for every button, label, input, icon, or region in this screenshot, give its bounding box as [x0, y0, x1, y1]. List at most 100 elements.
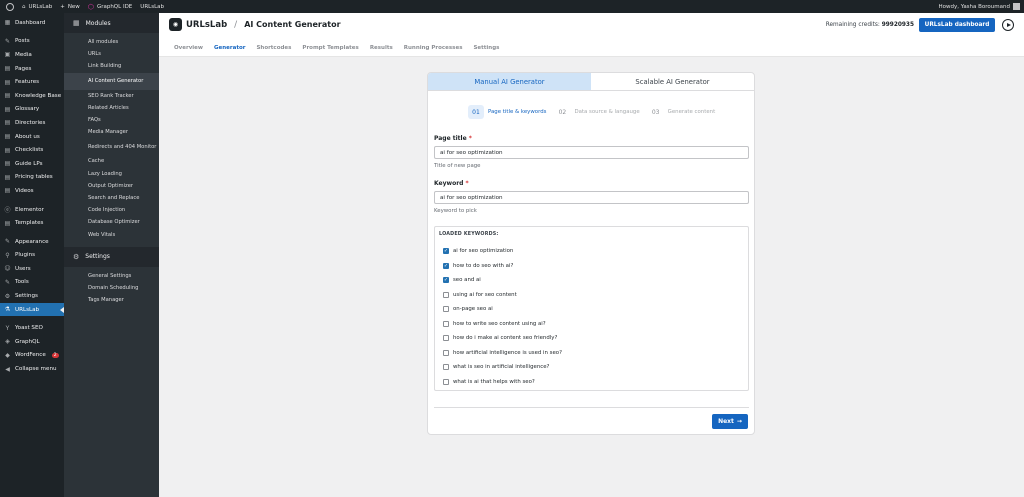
keyword-item[interactable]: on-page seo ai — [443, 302, 562, 317]
tab-running-processes[interactable]: Running Processes — [404, 45, 463, 55]
keyword-checkbox[interactable] — [443, 349, 449, 356]
keyword-item[interactable]: what is seo in artificial intelligence? — [443, 360, 562, 375]
module-link-database-optimizer[interactable]: Database Optimizer — [64, 216, 159, 228]
keyword-checkbox[interactable] — [443, 364, 449, 371]
module-link-lazy-loading[interactable]: Lazy Loading — [64, 168, 159, 180]
keyword-label: how artificial intelligence is used in s… — [453, 349, 562, 356]
keyword-item[interactable]: ✓ seo and ai — [443, 273, 562, 288]
menu-item-collapse-menu[interactable]: ◀ Collapse menu — [0, 362, 64, 376]
module-link-link-building[interactable]: Link Building — [64, 60, 159, 72]
new-content-link[interactable]: + New — [56, 0, 84, 13]
tab-overview[interactable]: Overview — [174, 45, 203, 55]
menu-item-appearance[interactable]: ✎ Appearance — [0, 235, 64, 249]
menu-item-knowledge-base[interactable]: ▤ Knowledge Base — [0, 89, 64, 103]
module-link-urls[interactable]: URLs — [64, 48, 159, 60]
menu-item-features[interactable]: ▤ Features — [0, 75, 64, 89]
step-3-label[interactable]: Generate content — [668, 109, 716, 115]
menu-item-urlslab[interactable]: ⚗ URLsLab — [0, 302, 64, 317]
settings-link-tags-manager[interactable]: Tags Manager — [64, 294, 159, 306]
guide-lps-icon: ▤ — [4, 160, 11, 168]
menu-item-yoast-seo[interactable]: Y Yoast SEO — [0, 321, 64, 335]
keyword-item[interactable]: using ai for seo content — [443, 288, 562, 303]
tab-settings[interactable]: Settings — [473, 45, 499, 55]
module-link-faqs[interactable]: FAQs — [64, 114, 159, 126]
menu-item-dashboard[interactable]: ▦ Dashboard — [0, 16, 64, 30]
tab-prompt-templates[interactable]: Prompt Templates — [302, 45, 358, 55]
keyword-checkbox[interactable] — [443, 306, 449, 313]
step-2-number[interactable]: 02 — [554, 105, 570, 119]
module-link-all-modules[interactable]: All modules — [64, 36, 159, 48]
module-link-code-injection[interactable]: Code Injection — [64, 204, 159, 216]
page-title-input[interactable]: ai for seo optimization — [434, 146, 749, 159]
menu-item-tools[interactable]: ✎ Tools — [0, 276, 64, 290]
step-3-number[interactable]: 03 — [648, 105, 664, 119]
keyword-checkbox[interactable]: ✓ — [443, 262, 449, 269]
keyword-checkbox[interactable]: ✓ — [443, 248, 449, 255]
tab-manual-ai-generator[interactable]: Manual AI Generator — [428, 73, 591, 91]
menu-item-label: Features — [15, 79, 40, 86]
menu-item-plugins[interactable]: ⚲ Plugins — [0, 249, 64, 263]
tab-shortcodes[interactable]: Shortcodes — [256, 45, 291, 55]
tab-generator[interactable]: Generator — [214, 45, 245, 55]
urlslab-adminbar-link[interactable]: URLsLab — [136, 0, 168, 13]
account-menu[interactable]: Howdy, Yasha Boroumand — [938, 3, 1024, 10]
keyword-item[interactable]: ✓ how to do seo with ai? — [443, 259, 562, 274]
keyword-checkbox[interactable] — [443, 320, 449, 327]
keyword-checkbox[interactable] — [443, 291, 449, 298]
tab-results[interactable]: Results — [370, 45, 393, 55]
menu-item-directories[interactable]: ▤ Directories — [0, 116, 64, 130]
module-link-redirects-and-404-monitor[interactable]: Redirects and 404 Monitor — [64, 138, 159, 155]
graphql-ide-link[interactable]: ⬡ GraphQL IDE — [84, 0, 136, 13]
menu-item-pages[interactable]: ▤ Pages — [0, 62, 64, 76]
menu-item-videos[interactable]: ▤ Videos — [0, 184, 64, 198]
urlslab-dashboard-button[interactable]: URLsLab dashboard — [919, 18, 995, 32]
keyword-item[interactable]: how to write seo content using ai? — [443, 317, 562, 332]
play-icon[interactable] — [1002, 19, 1014, 31]
module-link-ai-content-generator[interactable]: AI Content Generator — [64, 72, 159, 90]
menu-item-checklists[interactable]: ▤ Checklists — [0, 143, 64, 157]
settings-header[interactable]: ⚙ Settings — [64, 246, 159, 267]
menu-item-templates[interactable]: ▤ Templates — [0, 216, 64, 230]
module-link-cache[interactable]: Cache — [64, 155, 159, 167]
modules-header[interactable]: ▦ Modules — [64, 13, 159, 33]
next-button[interactable]: Next → — [712, 414, 748, 429]
settings-link-domain-scheduling[interactable]: Domain Scheduling — [64, 282, 159, 294]
module-link-web-vitals[interactable]: Web Vitals — [64, 228, 159, 240]
module-link-related-articles[interactable]: Related Articles — [64, 102, 159, 114]
tab-scalable-ai-generator[interactable]: Scalable AI Generator — [591, 73, 754, 91]
step-2-label[interactable]: Data source & langauge — [574, 109, 639, 115]
settings-link-general-settings[interactable]: General Settings — [64, 270, 159, 282]
keyword-checkbox[interactable] — [443, 335, 449, 342]
keyword-checkbox[interactable]: ✓ — [443, 277, 449, 284]
site-name-link[interactable]: ⌂ URLsLab — [18, 0, 56, 13]
menu-item-label: Yoast SEO — [15, 325, 43, 332]
wordfence-icon: ◆ — [5, 351, 10, 359]
step-1-label[interactable]: Page title & keywords — [488, 109, 546, 115]
menu-item-guide-lps[interactable]: ▤ Guide LPs — [0, 157, 64, 171]
menu-item-about-us[interactable]: ▤ About us — [0, 130, 64, 144]
keyword-item[interactable]: how do i make ai content seo friendly? — [443, 331, 562, 346]
menu-item-graphql[interactable]: ◈ GraphQL — [0, 335, 64, 349]
wordpress-logo-button[interactable] — [0, 0, 18, 13]
step-1-number[interactable]: 01 — [468, 105, 484, 119]
module-link-media-manager[interactable]: Media Manager — [64, 126, 159, 138]
keyword-item[interactable]: what is ai that helps with seo? — [443, 375, 562, 390]
card-divider — [434, 407, 749, 408]
keyword-item[interactable]: ✓ ai for seo optimization — [443, 244, 562, 259]
menu-item-pricing-tables[interactable]: ▤ Pricing tables — [0, 171, 64, 185]
keyword-input[interactable]: ai for seo optimization — [434, 191, 749, 204]
module-link-output-optimizer[interactable]: Output Optimizer — [64, 180, 159, 192]
module-link-seo-rank-tracker[interactable]: SEO Rank Tracker — [64, 90, 159, 102]
menu-item-settings[interactable]: ⚙ Settings — [0, 289, 64, 303]
menu-item-users[interactable]: ☺ Users — [0, 262, 64, 276]
keyword-item[interactable]: how artificial intelligence is used in s… — [443, 346, 562, 361]
menu-item-elementor[interactable]: ⓔ Elementor — [0, 203, 64, 217]
menu-item-label: Dashboard — [15, 19, 46, 26]
menu-item-media[interactable]: ▣ Media — [0, 48, 64, 62]
keyword-checkbox[interactable] — [443, 378, 449, 385]
module-link-search-and-replace[interactable]: Search and Replace — [64, 192, 159, 204]
keyword-label: how do i make ai content seo friendly? — [453, 335, 558, 342]
menu-item-glossary[interactable]: ▤ Glossary — [0, 103, 64, 117]
menu-item-wordfence[interactable]: ◆ WordFence 2 — [0, 349, 64, 363]
menu-item-posts[interactable]: ✎ Posts — [0, 35, 64, 49]
